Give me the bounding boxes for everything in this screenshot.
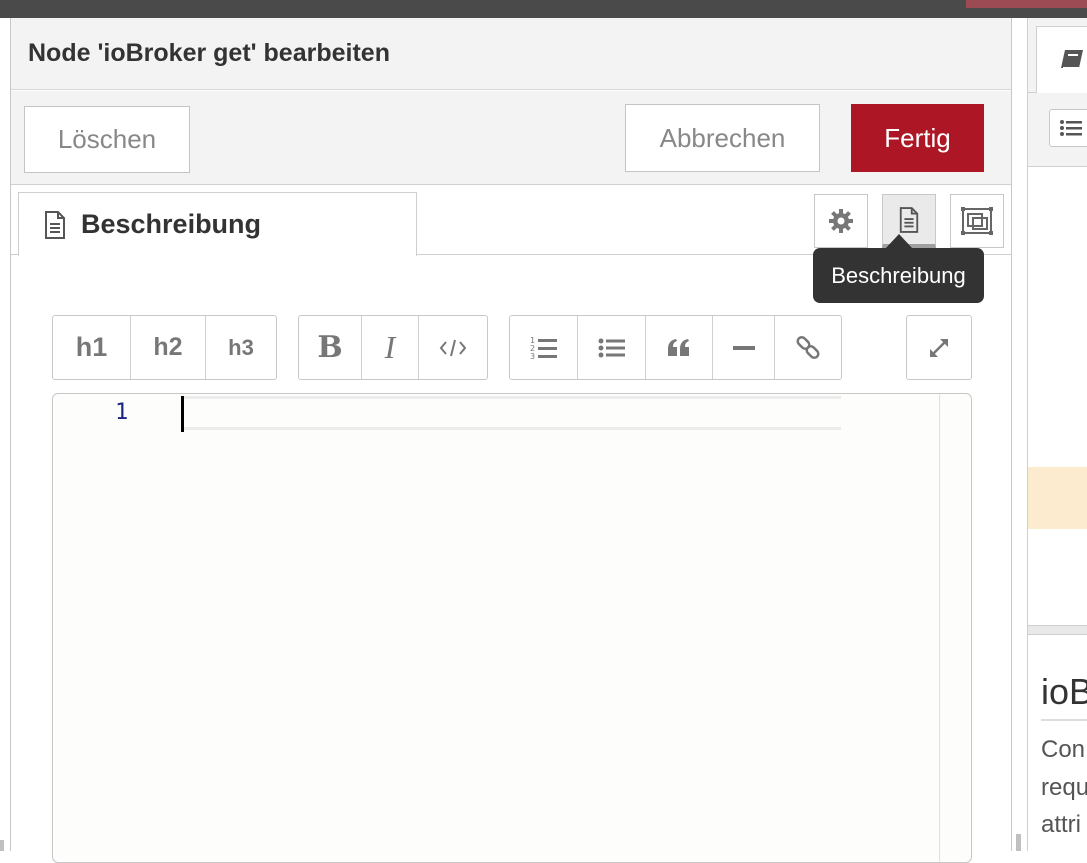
tray-tabbar: Beschreibung xyxy=(11,185,1011,256)
italic-button[interactable]: I xyxy=(362,316,419,379)
horizontal-rule-icon xyxy=(732,345,755,350)
quote-icon xyxy=(668,338,689,356)
sidebar-toolbar xyxy=(1028,93,1087,167)
appearance-tab-button[interactable] xyxy=(950,194,1004,248)
help-text-line: attri xyxy=(1041,811,1082,838)
code-icon xyxy=(439,339,467,356)
line-number: 1 xyxy=(115,400,129,425)
h2-button[interactable]: h2 xyxy=(131,316,206,379)
active-line-highlight xyxy=(181,396,841,430)
delete-button[interactable]: Löschen xyxy=(24,106,190,173)
link-icon xyxy=(796,335,820,359)
layout-icon xyxy=(961,207,993,235)
tab-description-label: Beschreibung xyxy=(81,209,262,239)
sidebar-resize-handle[interactable] xyxy=(1016,834,1021,851)
tray-toolbar: Löschen Abbrechen Fertig xyxy=(11,91,1011,185)
italic-icon: I xyxy=(384,329,396,365)
sidebar-divider[interactable] xyxy=(1028,625,1087,635)
unordered-list-icon xyxy=(598,338,625,357)
ordered-list-button[interactable]: 1 2 3 xyxy=(510,316,578,379)
svg-text:3: 3 xyxy=(530,352,535,361)
properties-tab-button[interactable] xyxy=(814,194,868,248)
block-button-group: 1 2 3 xyxy=(509,315,842,380)
cancel-button[interactable]: Abbrechen xyxy=(625,104,820,172)
node-edit-tray: Node 'ioBroker get' bearbeiten Löschen A… xyxy=(10,18,1012,863)
editor-scrollbar[interactable] xyxy=(939,394,940,862)
tray-header: Node 'ioBroker get' bearbeiten xyxy=(11,18,1011,90)
top-header-bar xyxy=(0,0,1087,18)
bold-icon: B xyxy=(317,330,343,365)
sidebar-help-pane: ioB Con requ attri xyxy=(1028,635,1087,851)
quote-button[interactable] xyxy=(646,316,713,379)
left-resize-handle[interactable] xyxy=(0,840,4,851)
code-button[interactable] xyxy=(419,316,487,379)
help-text-line: requ xyxy=(1041,774,1087,801)
ordered-list-icon: 1 2 3 xyxy=(530,336,557,361)
list-icon xyxy=(1060,120,1082,136)
file-text-icon xyxy=(45,210,65,239)
sidebar-tabbar xyxy=(1028,18,1087,93)
sidebar-selected-row[interactable] xyxy=(1028,467,1087,529)
bold-button[interactable]: B xyxy=(299,316,362,379)
book-icon xyxy=(1061,50,1083,69)
help-text-line: Con xyxy=(1041,736,1086,763)
h1-button[interactable]: h1 xyxy=(53,316,131,379)
link-button[interactable] xyxy=(775,316,841,379)
header-deploy-accent[interactable] xyxy=(966,0,1087,8)
right-sidebar: ioB Con requ attri xyxy=(1027,18,1087,851)
heading-button-group: h1 h2 h3 xyxy=(52,315,277,380)
h3-button[interactable]: h3 xyxy=(206,316,276,379)
tab-description[interactable]: Beschreibung xyxy=(18,192,417,256)
description-tooltip: Beschreibung xyxy=(813,248,984,303)
tooltip-arrow xyxy=(885,234,913,249)
tray-title: Node 'ioBroker get' bearbeiten xyxy=(28,39,390,67)
file-text-icon xyxy=(899,206,919,233)
text-cursor xyxy=(181,396,184,432)
done-button[interactable]: Fertig xyxy=(851,104,984,172)
expand-editor-button[interactable] xyxy=(907,316,971,379)
expand-icon xyxy=(930,338,948,357)
format-button-group: B I xyxy=(298,315,488,380)
help-title: ioB xyxy=(1041,671,1087,721)
expand-button-group xyxy=(906,315,972,380)
sidebar-list-button[interactable] xyxy=(1049,109,1087,147)
gear-icon xyxy=(829,209,853,233)
sidebar-outline-pane xyxy=(1028,167,1087,625)
horizontal-rule-button[interactable] xyxy=(713,316,775,379)
description-code-editor[interactable]: 1 xyxy=(52,393,972,863)
unordered-list-button[interactable] xyxy=(578,316,646,379)
sidebar-tab-info[interactable] xyxy=(1036,26,1087,93)
